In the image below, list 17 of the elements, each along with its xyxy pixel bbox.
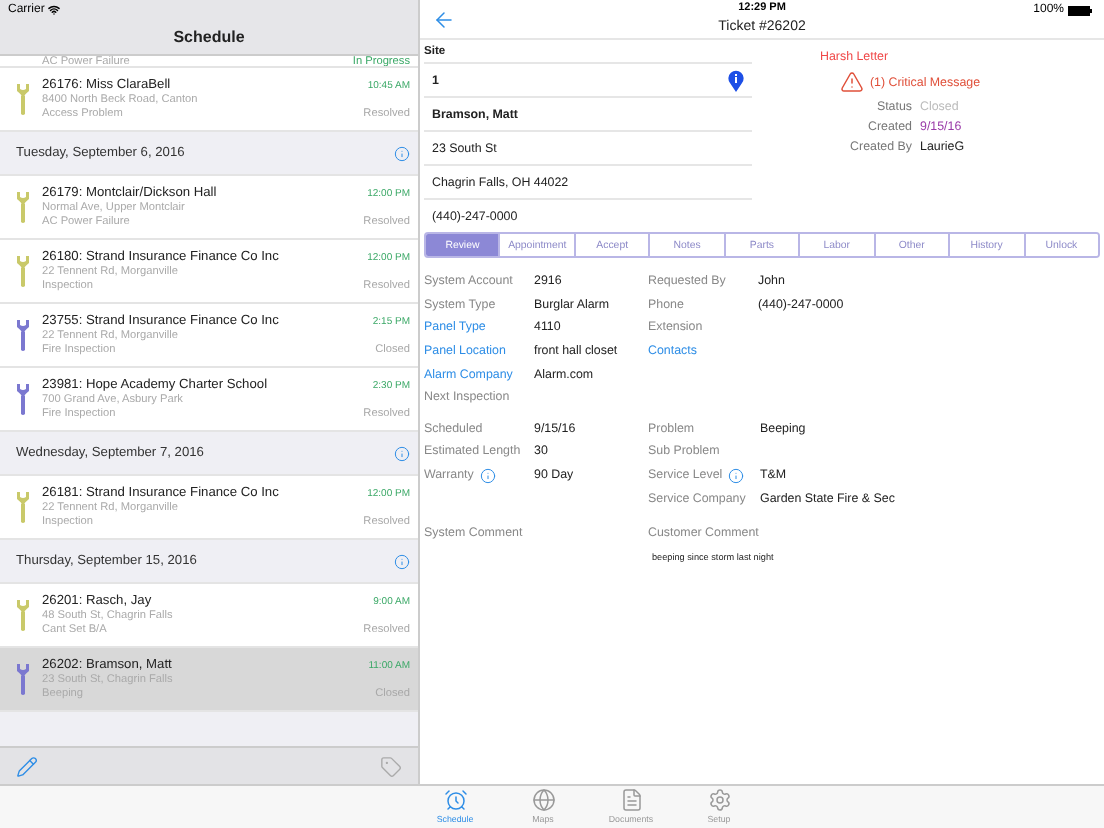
alarm-clock-icon bbox=[443, 788, 467, 812]
pencil-icon[interactable] bbox=[16, 755, 38, 777]
tag-icon[interactable] bbox=[380, 755, 402, 777]
wifi-icon bbox=[48, 4, 61, 16]
info-icon[interactable] bbox=[394, 445, 410, 461]
info-icon[interactable] bbox=[394, 145, 410, 161]
schedule-title: Schedule bbox=[171, 26, 247, 50]
info-icon[interactable] bbox=[728, 467, 745, 484]
info-icon[interactable] bbox=[479, 467, 496, 484]
map-pin-icon[interactable] bbox=[728, 69, 744, 91]
warning-icon bbox=[840, 70, 864, 94]
globe-icon bbox=[531, 788, 555, 812]
gear-icon bbox=[707, 788, 731, 812]
battery-icon bbox=[1068, 5, 1092, 15]
info-icon[interactable] bbox=[394, 553, 410, 569]
document-icon bbox=[619, 788, 643, 812]
back-arrow-icon[interactable] bbox=[432, 7, 456, 31]
